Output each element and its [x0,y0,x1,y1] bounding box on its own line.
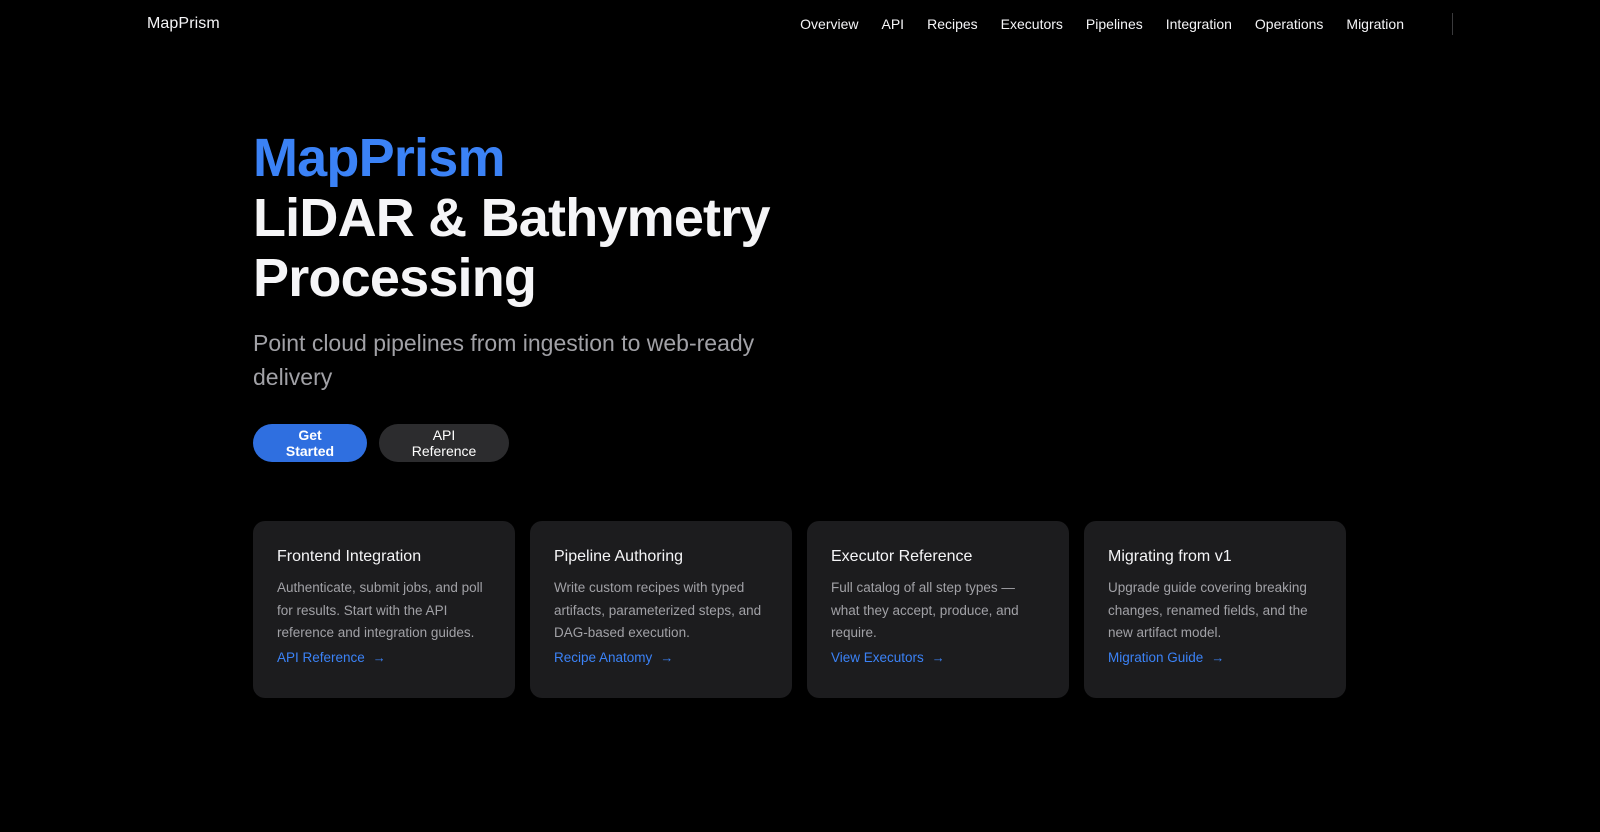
card-title: Migrating from v1 [1108,548,1232,565]
nav-link-integration[interactable]: Integration [1166,16,1232,32]
top-navigation: MapPrism Overview API Recipes Executors … [0,0,1600,50]
nav-link-operations[interactable]: Operations [1255,16,1323,32]
card-pipeline-authoring: Pipeline Authoring Write custom recipes … [530,521,792,698]
hero-title: MapPrism LiDAR & Bathymetry Processing [253,128,853,308]
card-description: Authenticate, submit jobs, and poll for … [277,580,483,640]
nav-divider [1452,13,1453,35]
nav-link-recipes[interactable]: Recipes [927,16,978,32]
card-link-recipe-anatomy[interactable]: Recipe Anatomy → [554,650,673,665]
brand-logo-link[interactable]: MapPrism [147,15,220,33]
hero-title-line-2: Processing [253,248,537,308]
card-link-migration-guide[interactable]: Migration Guide → [1108,650,1224,665]
nav-link-overview[interactable]: Overview [800,16,858,32]
feature-cards: Frontend Integration Authenticate, submi… [253,521,1346,698]
card-frontend-integration: Frontend Integration Authenticate, submi… [253,521,515,698]
hero-section: MapPrism LiDAR & Bathymetry Processing P… [253,128,853,462]
card-title: Frontend Integration [277,548,422,565]
card-link-label: API Reference [277,650,365,665]
arrow-right-icon: → [660,650,674,665]
arrow-right-icon: → [931,650,945,665]
nav-link-pipelines[interactable]: Pipelines [1086,16,1143,32]
card-title: Pipeline Authoring [554,548,683,565]
hero-subtitle: Point cloud pipelines from ingestion to … [253,330,755,390]
arrow-right-icon: → [1211,650,1225,665]
get-started-button[interactable]: Get Started [253,424,367,462]
card-description: Write custom recipes with typed artifact… [554,580,762,640]
hero-brand-name: MapPrism [253,128,505,188]
hero-title-line-1: LiDAR & Bathymetry [253,188,771,248]
card-link-label: Migration Guide [1108,650,1204,665]
card-description: Full catalog of all step types — what th… [831,580,1019,640]
card-title: Executor Reference [831,548,973,565]
arrow-right-icon: → [372,650,386,665]
card-migrating-from-v1: Migrating from v1 Upgrade guide covering… [1084,521,1346,698]
card-link-api-reference[interactable]: API Reference → [277,650,386,665]
card-description: Upgrade guide covering breaking changes,… [1108,580,1308,640]
card-link-label: Recipe Anatomy [554,650,653,665]
nav-link-migration[interactable]: Migration [1346,16,1404,32]
nav-link-executors[interactable]: Executors [1001,16,1063,32]
card-executor-reference: Executor Reference Full catalog of all s… [807,521,1069,698]
card-link-label: View Executors [831,650,924,665]
api-reference-button[interactable]: API Reference [379,424,509,462]
nav-link-api[interactable]: API [882,16,905,32]
hero-buttons: Get Started API Reference [253,424,853,462]
nav-links: Overview API Recipes Executors Pipelines… [777,16,1404,32]
card-link-view-executors[interactable]: View Executors → [831,650,945,665]
